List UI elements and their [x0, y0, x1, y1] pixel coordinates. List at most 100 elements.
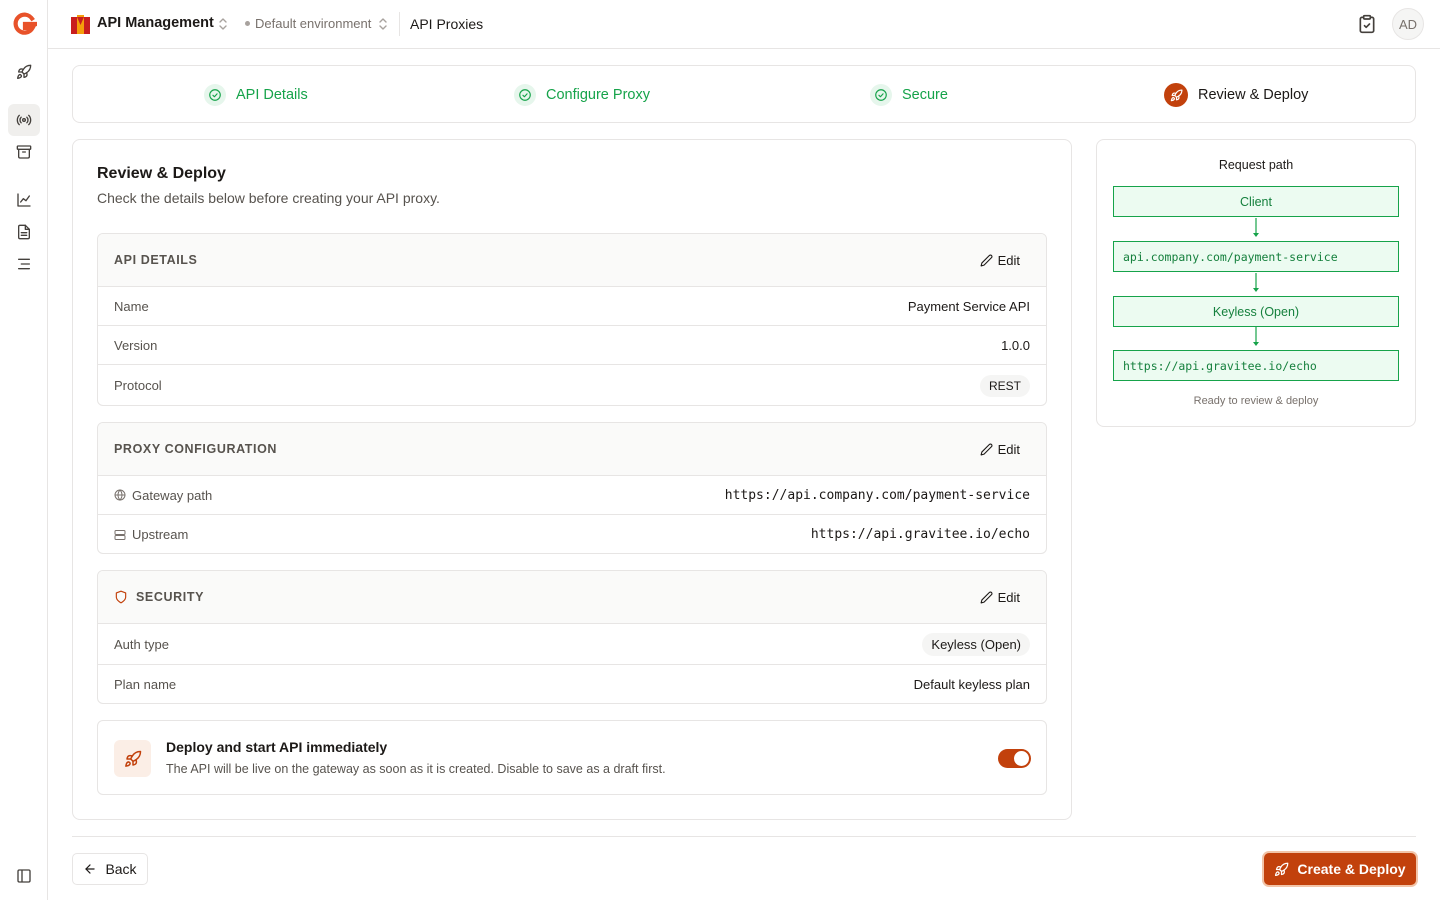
step-configure-proxy[interactable]: Configure Proxy — [514, 84, 650, 106]
request-path-card: Request path Client api.company.com/paym… — [1096, 139, 1416, 427]
step-review-deploy[interactable]: Review & Deploy — [1164, 83, 1308, 107]
broadcast-icon[interactable] — [8, 104, 40, 136]
row-key-wrapper: Upstream — [114, 527, 188, 542]
sidebar-toggle-icon[interactable] — [8, 860, 40, 892]
step-secure[interactable]: Secure — [870, 84, 948, 106]
top-bar: API Management Default environment API P… — [48, 0, 1440, 49]
detail-row-upstream: Upstream https://api.gravitee.io/echo — [98, 515, 1046, 553]
section-header: PROXY CONFIGURATION Edit — [98, 423, 1046, 476]
gateway-path-value: https://api.company.com/payment-service — [724, 487, 1030, 503]
footer-divider — [72, 836, 1416, 837]
step-label: API Details — [236, 87, 308, 103]
rocket-icon — [1274, 862, 1289, 877]
chevron-updown-icon — [378, 17, 388, 31]
detail-row-gateway-path: Gateway path https://api.company.com/pay… — [98, 476, 1046, 515]
request-path-node-client: Client — [1113, 186, 1399, 217]
arrow-down-icon — [1253, 218, 1259, 237]
api-details-section: API DETAILS Edit Name Payment Service AP… — [97, 233, 1047, 406]
row-key: Auth type — [114, 636, 169, 652]
edit-proxy-button[interactable]: Edit — [970, 438, 1030, 461]
review-card: Review & Deploy Check the details below … — [72, 139, 1072, 820]
request-path-title: Request path — [1218, 158, 1294, 172]
security-section: SECURITY Edit Auth type Keyless (Open) P… — [97, 570, 1047, 704]
chart-line-icon[interactable] — [8, 184, 40, 216]
section-title: API DETAILS — [114, 253, 198, 267]
create-and-deploy-button[interactable]: Create & Deploy — [1264, 853, 1416, 885]
deploy-option-description: The API will be live on the gateway as s… — [166, 762, 666, 776]
row-value: Payment Service API — [907, 298, 1030, 314]
row-key: Gateway path — [132, 487, 213, 503]
left-rail — [0, 0, 48, 900]
step-label: Secure — [902, 87, 948, 103]
step-label: Review & Deploy — [1198, 87, 1309, 103]
page-subtitle: Check the details below before creating … — [97, 190, 440, 206]
rocket-icon[interactable] — [8, 56, 40, 88]
pencil-icon — [980, 443, 993, 456]
app-switcher[interactable]: API Management — [97, 15, 214, 31]
check-circle-icon — [514, 84, 536, 106]
server-icon — [114, 529, 126, 541]
deploy-immediately-option: Deploy and start API immediately The API… — [97, 720, 1047, 795]
environment-label: Default environment — [255, 16, 372, 31]
check-circle-icon — [870, 84, 892, 106]
step-api-details[interactable]: API Details — [204, 84, 308, 106]
pencil-icon — [980, 254, 993, 267]
section-header: SECURITY Edit — [98, 571, 1046, 624]
section-title-wrapper: SECURITY — [114, 590, 204, 604]
row-key: Plan name — [114, 677, 177, 692]
api-management-logo-icon — [71, 15, 90, 34]
document-icon[interactable] — [8, 216, 40, 248]
protocol-badge: REST — [979, 374, 1030, 397]
environment-status-dot — [245, 21, 250, 26]
row-key: Name — [114, 298, 149, 314]
section-title: SECURITY — [136, 590, 205, 604]
edit-label: Edit — [997, 252, 1020, 268]
chevron-updown-icon[interactable] — [218, 17, 228, 31]
arrow-down-icon — [1253, 327, 1259, 346]
clipboard-check-icon[interactable] — [1357, 14, 1377, 34]
request-path-node-security: Keyless (Open) — [1113, 296, 1399, 327]
edit-label: Edit — [997, 589, 1020, 605]
detail-row-protocol: Protocol REST — [98, 365, 1046, 405]
wizard-stepper: API Details Configure Proxy Secure Revie… — [72, 65, 1416, 123]
archive-icon[interactable] — [8, 136, 40, 168]
environment-selector[interactable]: Default environment — [245, 16, 388, 31]
row-key: Upstream — [132, 527, 189, 542]
avatar[interactable]: AD — [1392, 8, 1424, 40]
row-key-wrapper: Gateway path — [114, 488, 212, 503]
deploy-label: Create & Deploy — [1297, 861, 1406, 877]
rocket-icon — [1164, 83, 1188, 107]
row-value: Default keyless plan — [913, 677, 1030, 692]
gravitee-logo-icon[interactable] — [11, 11, 37, 37]
deploy-option-title: Deploy and start API immediately — [166, 739, 388, 755]
step-label: Configure Proxy — [546, 87, 650, 103]
list-icon[interactable] — [8, 248, 40, 280]
breadcrumb[interactable]: API Proxies — [410, 16, 483, 32]
edit-api-details-button[interactable]: Edit — [970, 249, 1030, 272]
request-path-status: Ready to review & deploy — [1193, 395, 1319, 407]
section-title: PROXY CONFIGURATION — [114, 442, 278, 456]
request-path-node-gateway: api.company.com/payment-service — [1113, 241, 1399, 272]
pencil-icon — [980, 591, 993, 604]
edit-label: Edit — [997, 441, 1020, 457]
auth-type-badge: Keyless (Open) — [922, 632, 1030, 656]
upstream-value: https://api.gravitee.io/echo — [810, 527, 1030, 542]
arrow-down-icon — [1253, 273, 1259, 292]
globe-icon — [114, 489, 126, 501]
row-value: 1.0.0 — [1001, 337, 1030, 353]
back-button[interactable]: Back — [72, 853, 148, 885]
divider — [399, 12, 400, 36]
detail-row-auth-type: Auth type Keyless (Open) — [98, 624, 1046, 665]
row-key: Protocol — [114, 378, 162, 393]
arrow-left-icon — [83, 862, 97, 876]
page-title: Review & Deploy — [97, 165, 226, 182]
section-header: API DETAILS Edit — [98, 234, 1046, 287]
request-path-node-upstream: https://api.gravitee.io/echo — [1113, 350, 1399, 381]
check-circle-icon — [204, 84, 226, 106]
row-key: Version — [114, 337, 158, 353]
proxy-configuration-section: PROXY CONFIGURATION Edit Gateway path ht… — [97, 422, 1047, 554]
detail-row-name: Name Payment Service API — [98, 287, 1046, 326]
edit-security-button[interactable]: Edit — [970, 586, 1030, 609]
detail-row-plan-name: Plan name Default keyless plan — [98, 665, 1046, 703]
deploy-immediately-toggle[interactable] — [998, 749, 1031, 768]
